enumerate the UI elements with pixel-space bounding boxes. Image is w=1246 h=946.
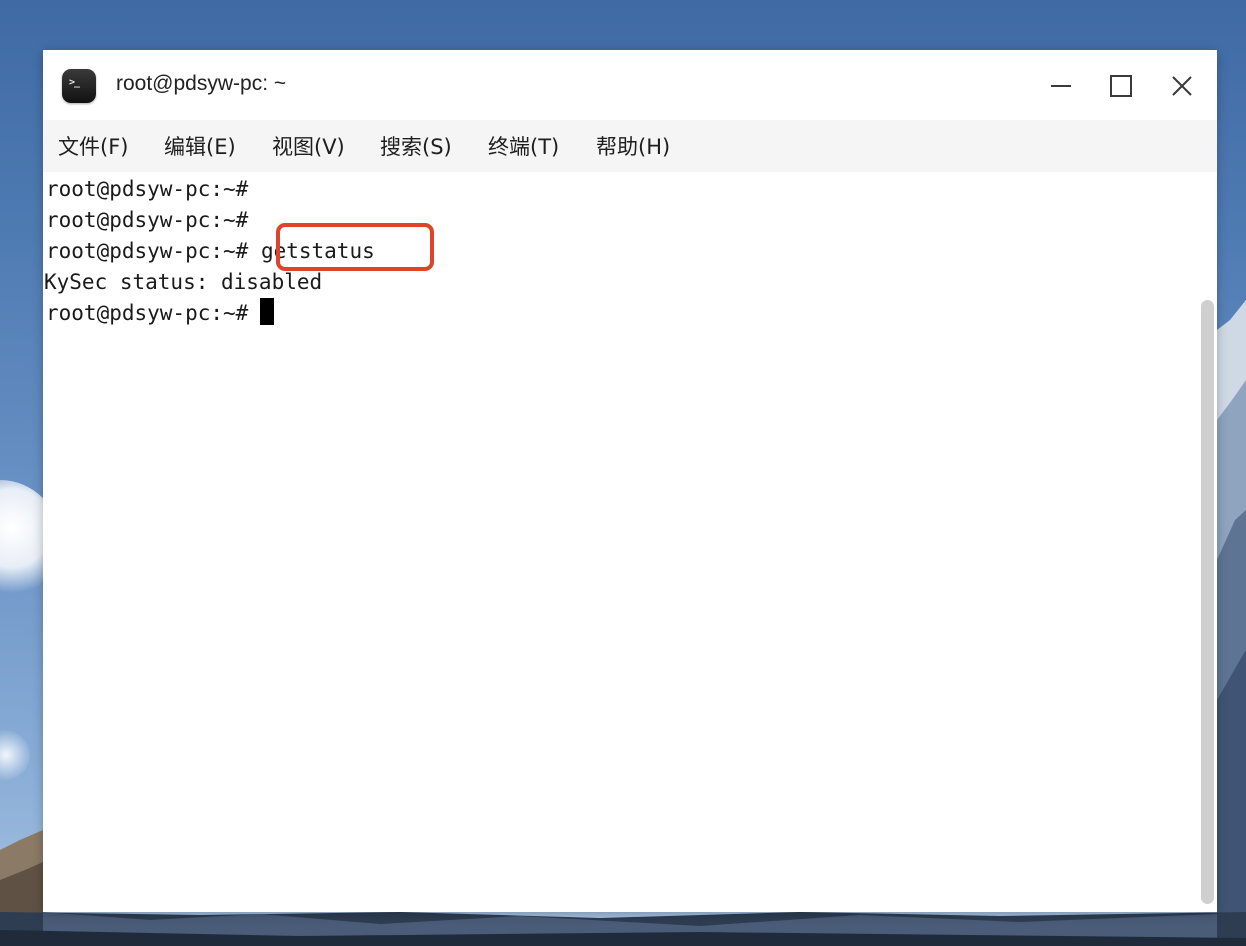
shell-prompt: root@pdsyw-pc:~# bbox=[46, 208, 249, 232]
menu-file[interactable]: 文件(F) bbox=[58, 133, 128, 161]
close-icon bbox=[1172, 76, 1192, 96]
shell-prompt: root@pdsyw-pc:~# bbox=[46, 301, 249, 325]
terminal-line: KySec status: disabled bbox=[44, 267, 322, 298]
shell-prompt: root@pdsyw-pc:~# bbox=[46, 239, 249, 263]
window-title: root@pdsyw-pc: ~ bbox=[116, 72, 287, 95]
title-bar[interactable]: >_ root@pdsyw-pc: ~ bbox=[43, 50, 1217, 120]
menu-search[interactable]: 搜索(S) bbox=[380, 133, 452, 161]
terminal-icon-glyph: >_ bbox=[69, 77, 80, 88]
menu-help[interactable]: 帮助(H) bbox=[596, 133, 670, 161]
minimize-icon bbox=[1051, 85, 1071, 87]
minimize-button[interactable] bbox=[1043, 68, 1079, 104]
scrollbar-thumb[interactable] bbox=[1201, 300, 1214, 904]
maximize-button[interactable] bbox=[1103, 68, 1139, 104]
terminal-icon: >_ bbox=[62, 69, 96, 103]
menu-view[interactable]: 视图(V) bbox=[272, 133, 345, 161]
terminal-window: >_ root@pdsyw-pc: ~ 文件(F) 编辑(E) 视图(V) 搜索… bbox=[43, 50, 1217, 912]
terminal-line: root@pdsyw-pc:~# bbox=[46, 205, 248, 236]
text-cursor bbox=[260, 298, 275, 325]
terminal-output-area[interactable]: root@pdsyw-pc:~# root@pdsyw-pc:~# root@p… bbox=[43, 172, 1217, 912]
highlight-annotation-box bbox=[276, 223, 434, 271]
menu-bar: 文件(F) 编辑(E) 视图(V) 搜索(S) 终端(T) 帮助(H) bbox=[43, 120, 1217, 172]
shell-prompt: root@pdsyw-pc:~# bbox=[46, 177, 249, 201]
terminal-line: root@pdsyw-pc:~# bbox=[46, 174, 248, 205]
maximize-icon bbox=[1110, 75, 1132, 97]
command-output: KySec status: disabled bbox=[44, 270, 323, 294]
terminal-line: root@pdsyw-pc:~# bbox=[46, 298, 275, 329]
menu-edit[interactable]: 编辑(E) bbox=[164, 133, 236, 161]
menu-terminal[interactable]: 终端(T) bbox=[488, 133, 559, 161]
close-button[interactable] bbox=[1164, 68, 1200, 104]
